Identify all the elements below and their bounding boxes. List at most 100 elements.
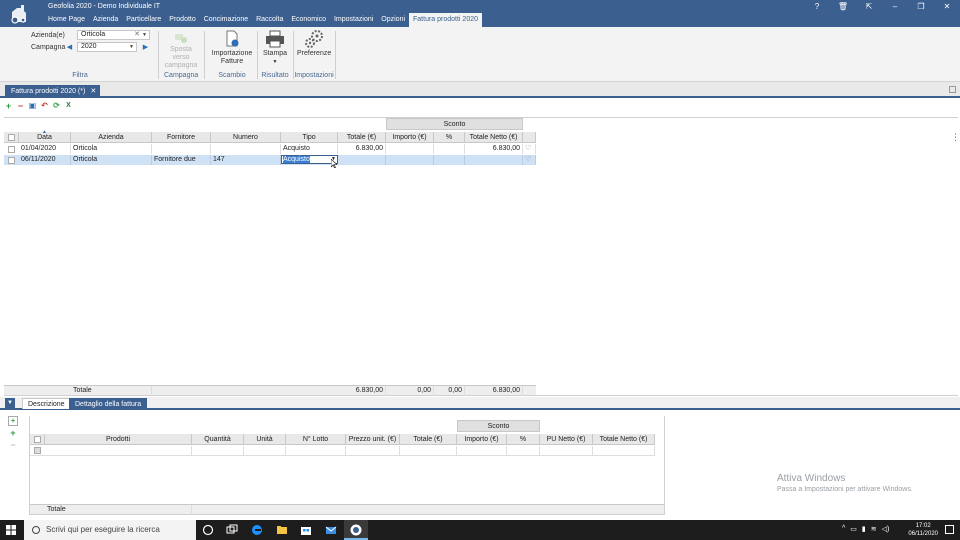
- col-header-totale-netto[interactable]: Totale Netto (€): [593, 434, 655, 445]
- edge-browser-icon[interactable]: [251, 524, 263, 536]
- volume-icon[interactable]: ◁): [882, 525, 890, 533]
- chevron-down-icon[interactable]: ▼: [129, 43, 134, 51]
- menu-economico[interactable]: Economico: [287, 13, 330, 27]
- col-header-prodotti[interactable]: Prodotti: [45, 434, 192, 445]
- cell-totale-netto[interactable]: 6.830,00: [465, 144, 523, 154]
- doc-tab-fattura[interactable]: Fattura prodotti 2020 (*) ✕: [5, 85, 101, 98]
- prev-campagna-icon[interactable]: ◀: [65, 43, 74, 53]
- notification-icon[interactable]: [945, 525, 954, 534]
- collapse-panel-icon[interactable]: ▼: [5, 398, 15, 409]
- row-checkbox[interactable]: [8, 146, 15, 153]
- col-header-fornitore[interactable]: Fornitore: [152, 132, 211, 143]
- cell-numero[interactable]: 147: [211, 155, 281, 165]
- cell-fornitore[interactable]: Fornitore due: [152, 155, 211, 165]
- close-tab-icon[interactable]: ✕: [90, 88, 96, 95]
- col-header-perc[interactable]: %: [507, 434, 540, 445]
- help-icon[interactable]: ?: [804, 0, 830, 13]
- battery-icon[interactable]: ▮: [862, 525, 866, 533]
- windows-start-icon[interactable]: [6, 525, 16, 535]
- col-header-lotto[interactable]: N° Lotto: [286, 434, 346, 445]
- col-header-prezzo[interactable]: Prezzo unit. (€): [346, 434, 400, 445]
- azienda-combo[interactable]: Orticola ✕ ▼: [77, 30, 150, 40]
- cell-tipo[interactable]: Acquisto: [281, 144, 338, 154]
- undo-icon[interactable]: ↶: [40, 101, 49, 111]
- col-header-importo[interactable]: Importo (€): [386, 132, 434, 143]
- select-all-checkbox[interactable]: [8, 134, 15, 141]
- remove-icon[interactable]: −: [8, 440, 18, 450]
- col-header-unita[interactable]: Unità: [244, 434, 286, 445]
- cell-perc[interactable]: [507, 446, 540, 456]
- add-icon[interactable]: +: [8, 428, 18, 438]
- collapse-ribbon-icon[interactable]: ⇱: [856, 0, 882, 13]
- chevron-up-icon[interactable]: ^: [842, 525, 845, 533]
- cell-fornitore[interactable]: [152, 144, 211, 154]
- cell-totale[interactable]: 6.830,00: [338, 144, 386, 154]
- cell-prodotti[interactable]: [45, 446, 192, 456]
- tipo-dropdown-editor[interactable]: Acquisto ▼: [281, 155, 338, 164]
- row-checkbox[interactable]: [8, 157, 15, 164]
- col-header-perc[interactable]: %: [434, 132, 465, 143]
- cell-lotto[interactable]: [286, 446, 346, 456]
- comment-icon[interactable]: ♡: [523, 144, 536, 154]
- menu-opzioni[interactable]: Opzioni: [377, 13, 409, 27]
- pin-icon[interactable]: [949, 86, 956, 93]
- importazione-fatture-button[interactable]: Importazione Fatture: [211, 30, 253, 66]
- menu-raccolta[interactable]: Raccolta: [252, 13, 287, 27]
- next-campagna-icon[interactable]: ▶: [141, 43, 150, 53]
- tab-dettaglio-fattura[interactable]: Dettaglio della fattura: [69, 398, 148, 409]
- file-explorer-icon[interactable]: [276, 524, 288, 536]
- cell-totale-netto[interactable]: [465, 155, 523, 165]
- add-product-icon[interactable]: +: [8, 416, 18, 426]
- col-header-azienda[interactable]: Azienda: [71, 132, 152, 143]
- maximize-icon[interactable]: ❐: [908, 0, 934, 13]
- col-header-pu-netto[interactable]: PU Netto (€): [540, 434, 593, 445]
- cell-totale-netto[interactable]: [593, 446, 655, 456]
- add-icon[interactable]: +: [4, 101, 13, 111]
- cell-azienda[interactable]: Orticola: [71, 155, 152, 165]
- store-icon[interactable]: [300, 524, 312, 536]
- cell-numero[interactable]: [211, 144, 281, 154]
- cell-importo[interactable]: [386, 144, 434, 154]
- menu-azienda[interactable]: Azienda: [89, 13, 122, 27]
- cell-pu-netto[interactable]: [540, 446, 593, 456]
- minimize-icon[interactable]: –: [882, 0, 908, 13]
- menu-fattura-prodotti[interactable]: Fattura prodotti 2020: [409, 13, 483, 27]
- close-icon[interactable]: ✕: [934, 0, 960, 13]
- col-header-importo[interactable]: Importo (€): [457, 434, 507, 445]
- col-header-totale[interactable]: Totale (€): [400, 434, 457, 445]
- col-header-tipo[interactable]: Tipo: [281, 132, 338, 143]
- cell-data[interactable]: 01/04/2020: [19, 144, 71, 154]
- col-header-numero[interactable]: Numero: [211, 132, 281, 143]
- chevron-down-icon[interactable]: ▼: [261, 58, 289, 66]
- campagna-combo[interactable]: 2020 ▼: [77, 42, 137, 52]
- row-checkbox[interactable]: [34, 447, 41, 454]
- mail-icon[interactable]: [325, 524, 337, 536]
- excel-export-icon[interactable]: X: [64, 101, 73, 111]
- trash-icon[interactable]: 🗑: [830, 0, 856, 13]
- cell-importo[interactable]: [386, 155, 434, 165]
- col-header-totale[interactable]: Totale (€): [338, 132, 386, 143]
- menu-prodotto[interactable]: Prodotto: [165, 13, 199, 27]
- menu-home-page[interactable]: Home Page: [44, 13, 89, 27]
- network-icon[interactable]: ▭: [850, 525, 857, 533]
- menu-concimazione[interactable]: Concimazione: [200, 13, 252, 27]
- save-icon[interactable]: ▣: [28, 101, 37, 111]
- cell-azienda[interactable]: Orticola: [71, 144, 152, 154]
- wifi-icon[interactable]: ≋: [871, 525, 877, 533]
- cell-totale[interactable]: [338, 155, 386, 165]
- cell-totale[interactable]: [400, 446, 457, 456]
- cell-prezzo[interactable]: [346, 446, 400, 456]
- chevron-down-icon[interactable]: ▼: [142, 31, 147, 39]
- cell-importo[interactable]: [457, 446, 507, 456]
- cell-data[interactable]: 06/11/2020: [19, 155, 71, 165]
- clock[interactable]: 17:02 06/11/2020: [908, 522, 938, 538]
- cell-perc[interactable]: [434, 155, 465, 165]
- menu-impostazioni[interactable]: Impostazioni: [330, 13, 377, 27]
- comment-icon[interactable]: ♡: [523, 155, 536, 165]
- grid-menu-icon[interactable]: ⋮: [951, 132, 960, 143]
- tab-descrizione[interactable]: Descrizione: [22, 398, 71, 409]
- preferenze-button[interactable]: Preferenze: [297, 30, 331, 58]
- cortana-icon[interactable]: [202, 524, 214, 536]
- clear-icon[interactable]: ✕: [134, 31, 140, 39]
- cell-perc[interactable]: [434, 144, 465, 154]
